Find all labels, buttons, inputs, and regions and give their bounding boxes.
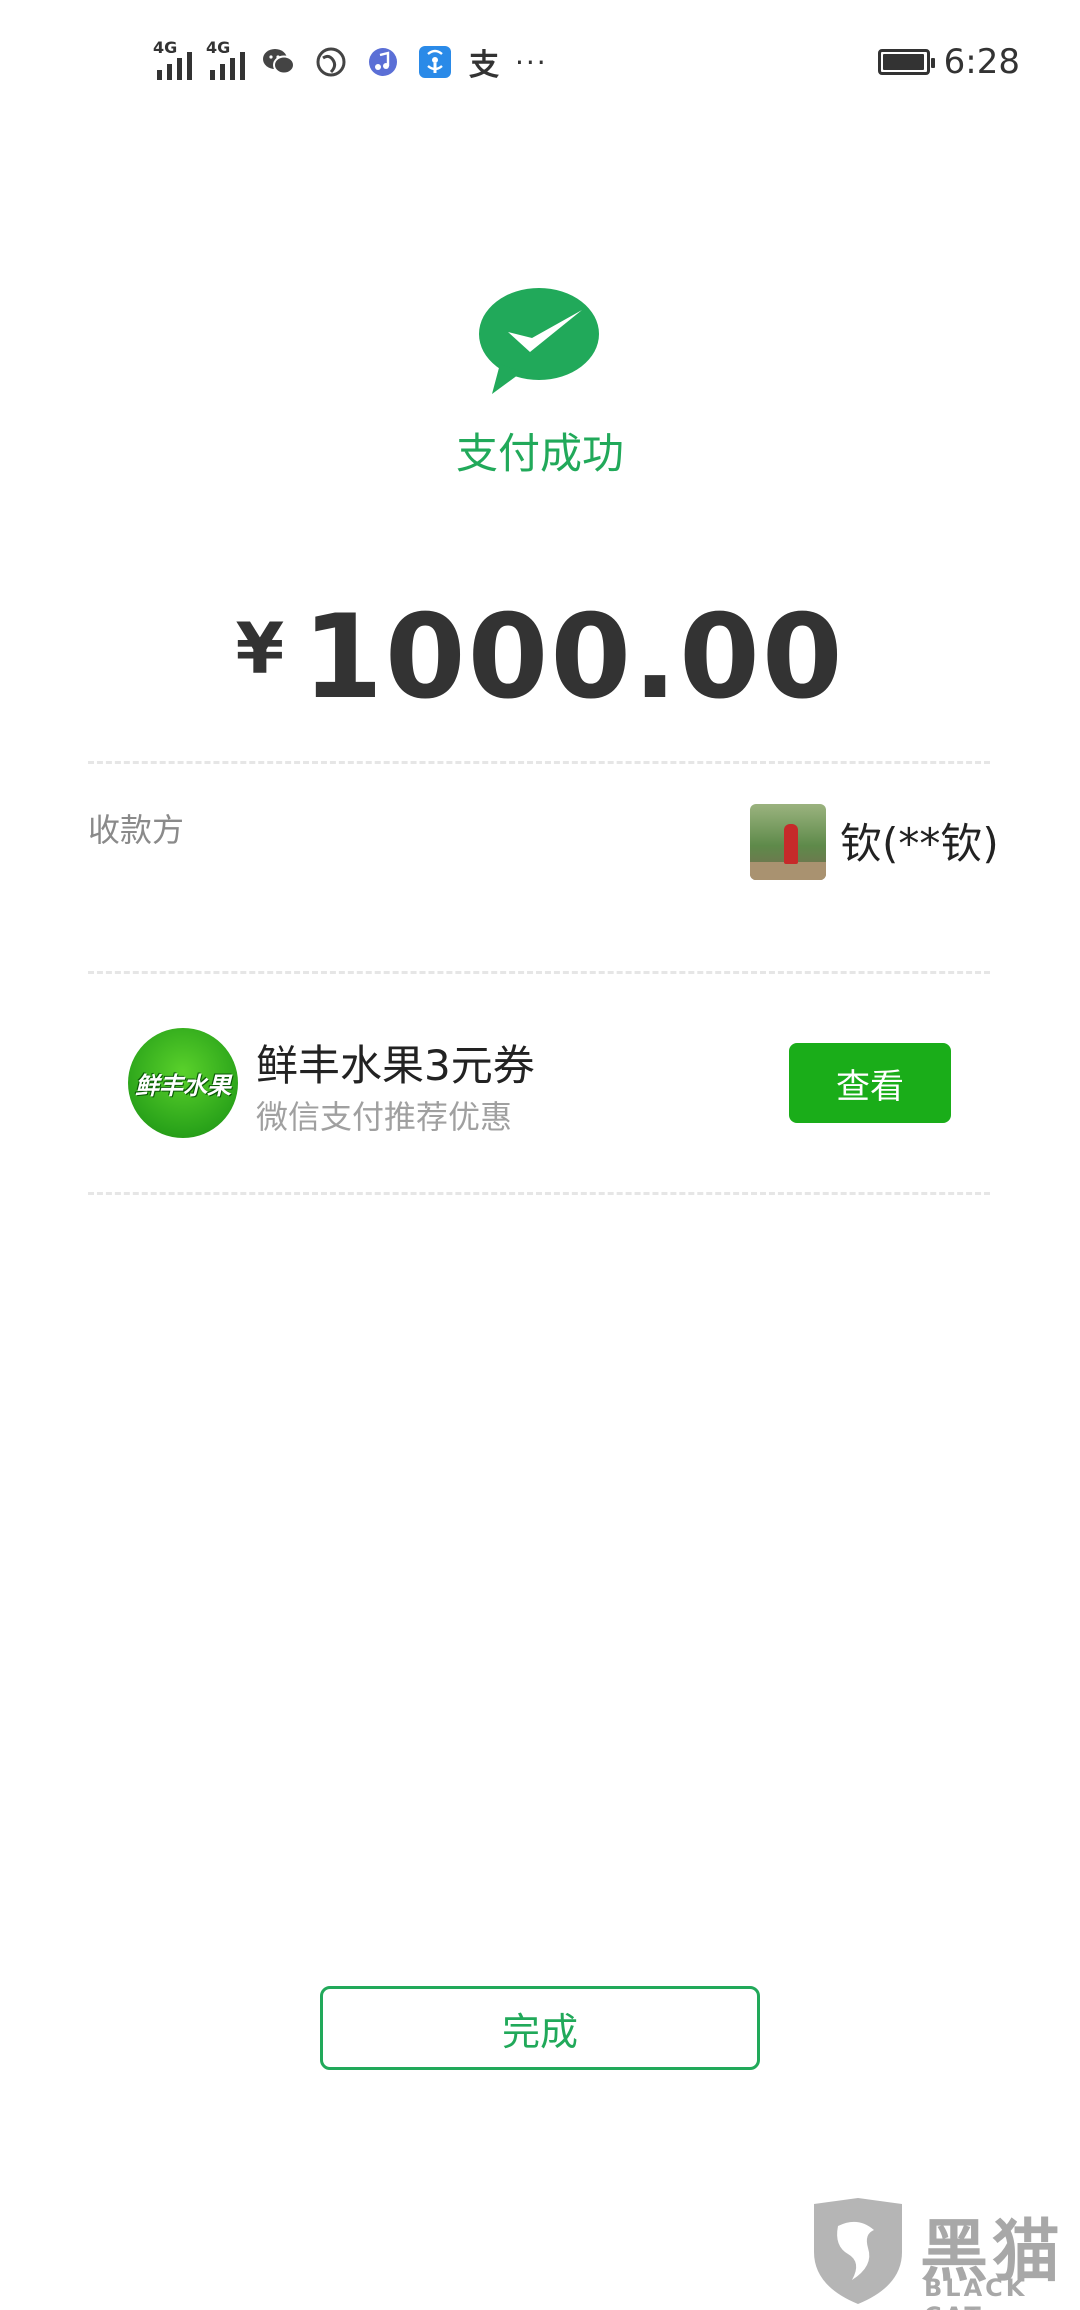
coupon-subtitle: 微信支付推荐优惠 — [256, 1098, 513, 1136]
black-cat-shield-icon — [814, 2198, 902, 2304]
black-cat-watermark: 黑猫 BLACK CAT — [808, 2196, 1080, 2310]
divider — [88, 1192, 990, 1195]
divider — [88, 761, 990, 764]
watermark-en-text: BLACK CAT — [924, 2274, 1028, 2310]
music-app-icon — [365, 44, 401, 80]
divider — [88, 971, 990, 974]
signal-strength-icon-sim1: 4G — [153, 38, 192, 80]
payee-avatar — [750, 804, 826, 880]
alipay-icon: 支 — [469, 48, 499, 83]
wechat-pay-check-icon — [478, 286, 600, 396]
network-type-label: 4G — [206, 38, 231, 57]
battery-level — [882, 54, 925, 70]
more-notifications-icon: ··· — [515, 45, 548, 79]
browser-globe-icon — [313, 44, 349, 80]
status-bar: 4G 4G 支 ··· 6:28 — [0, 0, 1080, 120]
coupon-logo-text: 鲜丰水果 — [135, 1071, 231, 1100]
wechat-icon — [261, 44, 297, 80]
coupon-brand-logo: 鲜丰水果 — [128, 1028, 238, 1138]
clock-time: 6:28 — [943, 42, 1020, 82]
signal-strength-icon-sim2: 4G — [206, 38, 245, 80]
amount-value: 1000.00 — [302, 590, 845, 725]
coupon-title: 鲜丰水果3元券 — [256, 1041, 535, 1090]
view-coupon-button[interactable]: 查看 — [789, 1043, 951, 1123]
status-bar-right: 6:28 — [877, 38, 1020, 86]
wifi-hotspot-app-icon — [417, 44, 453, 80]
payment-success-screen: 4G 4G 支 ··· 6:28 支付成功 ¥ 1000.00 收款方 钦(**… — [0, 0, 1080, 2310]
status-bar-left: 4G 4G 支 ··· — [153, 38, 548, 86]
battery-icon — [877, 49, 935, 75]
payee-name: 钦(**钦) — [840, 819, 999, 868]
payment-amount: ¥1000.00 — [0, 590, 1080, 725]
network-type-label: 4G — [153, 38, 178, 57]
payee-label: 收款方 — [88, 811, 185, 849]
payment-success-title: 支付成功 — [455, 429, 624, 478]
currency-symbol: ¥ — [235, 608, 285, 690]
done-button[interactable]: 完成 — [320, 1986, 760, 2070]
